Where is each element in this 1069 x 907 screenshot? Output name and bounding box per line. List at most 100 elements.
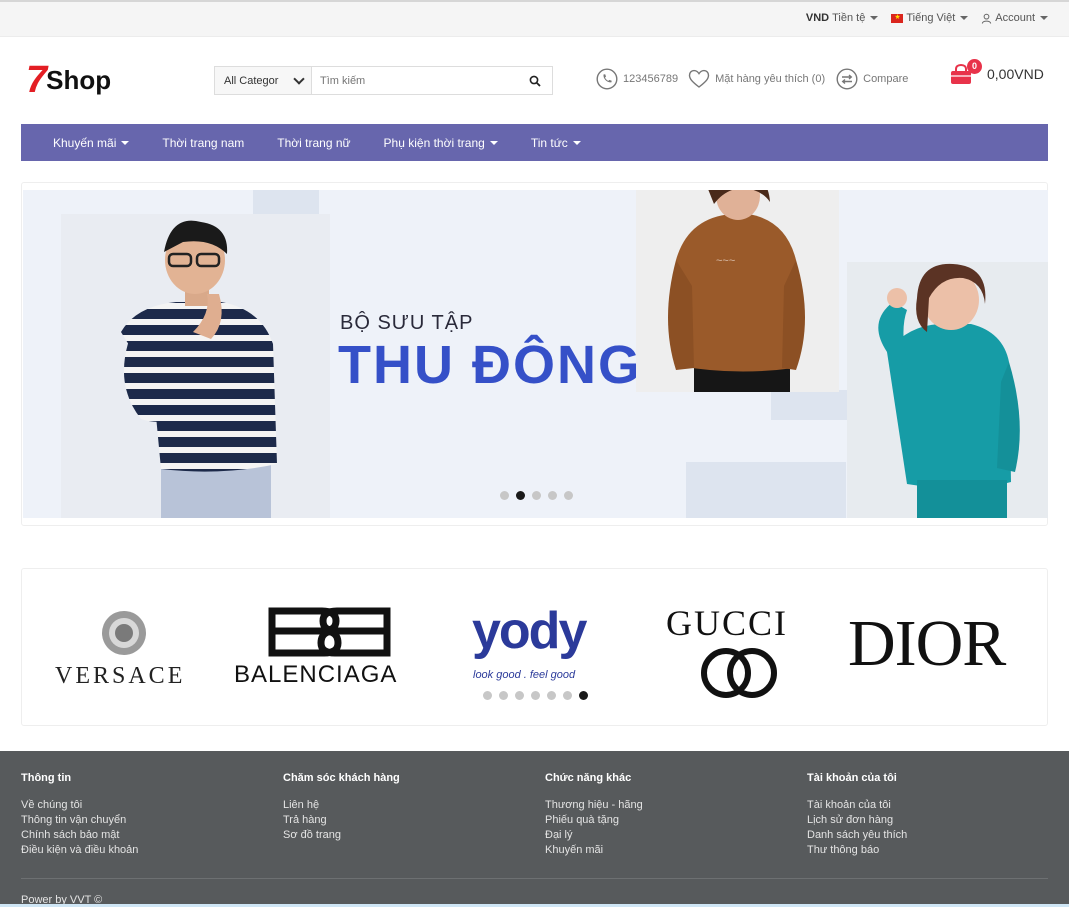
nav-item-accessories[interactable]: Phụ kiện thời trang bbox=[384, 136, 498, 150]
banner-slide-dot-4[interactable] bbox=[548, 491, 557, 500]
footer-link[interactable]: Trả hàng bbox=[283, 813, 400, 828]
footer-column-title: Thông tin bbox=[21, 772, 72, 784]
cart-button[interactable]: 0 0,00VND bbox=[949, 59, 1044, 86]
phone-link[interactable]: 123456789 bbox=[596, 68, 678, 90]
brand-name: DIOR bbox=[848, 607, 1006, 680]
banner-model-woman-brown-image: ~~~ bbox=[636, 190, 839, 392]
cart-total: 0,00VND bbox=[987, 66, 1044, 82]
main-nav: Khuyến mãi Thời trang nam Thời trang nữ … bbox=[21, 124, 1048, 161]
caret-down-icon bbox=[489, 140, 498, 145]
phone-number: 123456789 bbox=[623, 73, 679, 85]
wishlist-label: Mặt hàng yêu thích (0) bbox=[715, 73, 826, 85]
search-category-value: All Categor bbox=[224, 74, 279, 87]
banner-slide-dot-3[interactable] bbox=[532, 491, 541, 500]
nav-item-news[interactable]: Tin tức bbox=[531, 136, 581, 150]
brand-slide-dot-2[interactable] bbox=[499, 691, 508, 700]
brand-logo-versace[interactable]: VERSACE bbox=[52, 609, 202, 689]
top-bar-menu: VND Tiền tệ Tiếng Việt Account bbox=[806, 12, 1048, 24]
search-icon bbox=[529, 75, 541, 87]
currency-selector[interactable]: VND Tiền tệ bbox=[806, 12, 879, 24]
nav-item-label: Khuyến mãi bbox=[53, 135, 117, 150]
caret-down-icon bbox=[1040, 16, 1048, 20]
footer-column-customer-care: Chăm sóc khách hàng Liên hệ Trả hàng Sơ … bbox=[283, 772, 400, 843]
banner-slider-dots bbox=[500, 491, 573, 500]
footer-column-title: Chức năng khác bbox=[545, 772, 632, 784]
banner-model-man-image bbox=[61, 214, 330, 518]
wishlist-link[interactable]: Mặt hàng yêu thích (0) bbox=[688, 69, 825, 89]
header-links: 123456789 Mặt hàng yêu thích (0) Compare bbox=[596, 68, 916, 90]
banner-slide-dot-2[interactable] bbox=[516, 491, 525, 500]
brand-slide-dot-7[interactable] bbox=[579, 691, 588, 700]
banner-slide-dot-1[interactable] bbox=[500, 491, 509, 500]
footer-link[interactable]: Danh sách yêu thích bbox=[807, 828, 907, 843]
footer-link[interactable]: Thư thông báo bbox=[807, 843, 907, 858]
language-selector[interactable]: Tiếng Việt bbox=[891, 12, 969, 24]
currency-label: Tiền tệ bbox=[832, 12, 866, 24]
hero-banner[interactable]: BỘ SƯU TẬP THU ĐÔNG ~~~ bbox=[23, 190, 1048, 518]
nav-item-men[interactable]: Thời trang nam bbox=[162, 136, 244, 150]
brand-logo-balenciaga[interactable]: BALENCIAGA bbox=[232, 605, 427, 695]
chevron-down-icon bbox=[293, 72, 305, 85]
brand-name: GUCCI bbox=[666, 603, 789, 643]
nav-item-label: Thời trang nữ bbox=[277, 135, 351, 150]
brand-slide-dot-3[interactable] bbox=[515, 691, 524, 700]
hero-slider[interactable]: BỘ SƯU TẬP THU ĐÔNG ~~~ bbox=[21, 182, 1048, 526]
banner-bg-block bbox=[686, 462, 846, 518]
footer-link[interactable]: Khuyến mãi bbox=[545, 843, 643, 858]
banner-bg-block bbox=[771, 390, 851, 420]
woman-brown-illustration: ~~~ bbox=[668, 190, 805, 392]
caret-down-icon bbox=[960, 16, 969, 20]
caret-down-icon bbox=[121, 140, 130, 145]
account-label: Account bbox=[995, 12, 1035, 24]
footer-link[interactable]: Tài khoản của tôi bbox=[807, 798, 907, 813]
brand-logo-yody[interactable]: yody look good . feel good bbox=[470, 602, 605, 685]
footer-column-title: Chăm sóc khách hàng bbox=[283, 772, 400, 784]
brand-logo-gucci[interactable]: GUCCI bbox=[662, 603, 822, 703]
heart-icon bbox=[688, 69, 710, 88]
banner-slide-dot-5[interactable] bbox=[564, 491, 573, 500]
brand-carousel: VERSACE BALENCIAGA yody look good . feel… bbox=[21, 568, 1048, 726]
search-category-select[interactable]: All Categor bbox=[215, 67, 312, 94]
compare-icon bbox=[836, 68, 858, 90]
brand-name: yody bbox=[472, 602, 587, 660]
compare-link[interactable]: Compare bbox=[836, 68, 908, 90]
footer-link[interactable]: Điều kiện và điều khoản bbox=[21, 843, 138, 858]
footer-divider bbox=[21, 878, 1048, 879]
footer-link[interactable]: Về chúng tôi bbox=[21, 798, 138, 813]
banner-subtitle: BỘ SƯU TẬP bbox=[340, 312, 474, 334]
footer-link[interactable]: Đại lý bbox=[545, 828, 643, 843]
footer-link[interactable]: Lịch sử đơn hàng bbox=[807, 813, 907, 828]
banner-title: THU ĐÔNG bbox=[338, 335, 642, 395]
woman-teal-illustration bbox=[847, 262, 1048, 518]
footer-column-title: Tài khoản của tôi bbox=[807, 772, 897, 784]
footer-link[interactable]: Thương hiệu - hãng bbox=[545, 798, 643, 813]
search-bar: All Categor bbox=[214, 66, 553, 95]
brand-slide-dot-5[interactable] bbox=[547, 691, 556, 700]
language-label: Tiếng Việt bbox=[906, 12, 956, 24]
banner-model-woman-teal-image bbox=[847, 262, 1048, 518]
gucci-gg-icon bbox=[701, 648, 777, 698]
search-input[interactable] bbox=[312, 67, 518, 94]
site-footer: Thông tin Về chúng tôi Thông tin vận chu… bbox=[0, 751, 1069, 907]
site-logo[interactable]: 7 Shop bbox=[26, 61, 111, 99]
account-menu[interactable]: Account bbox=[981, 12, 1048, 24]
nav-item-promotions[interactable]: Khuyến mãi bbox=[53, 135, 130, 150]
compare-label: Compare bbox=[863, 73, 909, 85]
footer-link[interactable]: Sơ đồ trang bbox=[283, 828, 400, 843]
footer-link[interactable]: Phiếu quà tặng bbox=[545, 813, 643, 828]
nav-item-women[interactable]: Thời trang nữ bbox=[277, 136, 350, 150]
footer-link[interactable]: Thông tin vận chuyển bbox=[21, 813, 138, 828]
caret-down-icon bbox=[870, 16, 879, 20]
search-button[interactable] bbox=[518, 67, 552, 94]
footer-link[interactable]: Chính sách bảo mật bbox=[21, 828, 138, 843]
brand-slide-dot-6[interactable] bbox=[563, 691, 572, 700]
man-illustration bbox=[121, 220, 277, 518]
brand-logo-dior[interactable]: DIOR bbox=[848, 609, 1046, 679]
cart-count-badge: 0 bbox=[967, 59, 982, 74]
brand-slide-dot-4[interactable] bbox=[531, 691, 540, 700]
nav-item-label: Thời trang nam bbox=[162, 135, 245, 150]
footer-link[interactable]: Liên hệ bbox=[283, 798, 400, 813]
svg-text:~~~: ~~~ bbox=[716, 255, 735, 267]
brand-slide-dot-1[interactable] bbox=[483, 691, 492, 700]
phone-icon bbox=[596, 68, 618, 90]
